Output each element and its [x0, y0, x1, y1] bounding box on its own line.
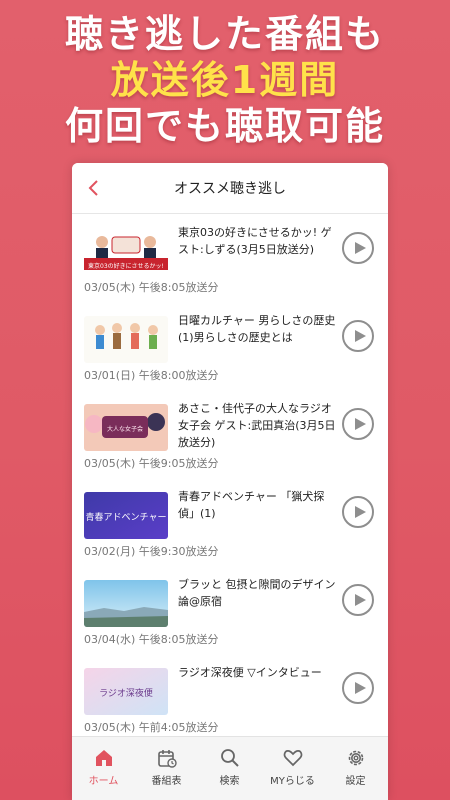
play-icon: [355, 330, 366, 342]
tab-label: MYらじる: [270, 776, 315, 787]
promo-highlight: 放送後1週間: [110, 58, 340, 102]
app-screen: オススメ聴き逃し 東京03の好きにさせるかッ! 東京03の好きにさせるかッ! ゲ…: [72, 163, 388, 800]
play-button[interactable]: [342, 320, 374, 352]
thumbnail-caption: 青春アドベンチャー: [86, 511, 167, 523]
program-title: 東京03の好きにさせるかッ! ゲスト:しずる(3月5日放送分): [178, 226, 332, 256]
heart-icon: [283, 750, 303, 767]
program-thumbnail: 東京03の好きにさせるかッ!: [84, 228, 168, 275]
play-icon: [355, 418, 366, 430]
recommended-list: 東京03の好きにさせるかッ! 東京03の好きにさせるかッ! ゲスト:しずる(3月…: [72, 214, 388, 734]
search-icon: [221, 749, 239, 767]
list-item[interactable]: 大人な女子会 あさこ・佳代子の大人なラジオ女子会 ゲスト:武田真治(3月5日放送…: [72, 390, 388, 479]
tab-settings[interactable]: 設定: [324, 737, 387, 800]
broadcast-date: 03/01(日) 午後8:00放送分: [84, 369, 219, 382]
list-item[interactable]: 東京03の好きにさせるかッ! 東京03の好きにさせるかッ! ゲスト:しずる(3月…: [72, 214, 388, 303]
play-button[interactable]: [342, 496, 374, 528]
tab-search[interactable]: 検索: [198, 737, 261, 800]
program-title: ブラッと 包摂と隙間のデザイン論@原宿: [178, 578, 336, 608]
program-title: ラジオ深夜便 ▽インタビュー: [178, 666, 322, 679]
broadcast-date: 03/05(木) 午前4:05放送分: [84, 721, 219, 734]
thumbnail-caption: 大人な女子会: [107, 425, 143, 433]
program-title: あさこ・佳代子の大人なラジオ女子会 ゲスト:武田真治(3月5日放送分): [178, 402, 336, 449]
program-thumbnail: 大人な女子会: [84, 404, 168, 451]
tab-home[interactable]: ホーム: [72, 737, 135, 800]
list-item[interactable]: ラジオ深夜便 ラジオ深夜便 ▽インタビュー 03/05(木) 午前4:05放送分: [72, 654, 388, 734]
play-button[interactable]: [342, 408, 374, 440]
program-thumbnail: ラジオ深夜便: [84, 668, 168, 715]
header-bar: オススメ聴き逃し: [72, 163, 388, 214]
broadcast-date: 03/04(水) 午後8:05放送分: [84, 633, 219, 646]
play-icon: [355, 682, 366, 694]
tab-schedule[interactable]: 番組表: [135, 737, 198, 800]
gear-icon: [348, 750, 364, 766]
play-button[interactable]: [342, 584, 374, 616]
program-thumbnail: [84, 580, 168, 627]
tab-label: ホーム: [88, 776, 119, 787]
broadcast-date: 03/05(木) 午後9:05放送分: [84, 457, 219, 470]
thumbnail-caption: ラジオ深夜便: [99, 687, 153, 699]
tab-label: 番組表: [151, 776, 182, 787]
tab-label: 設定: [345, 776, 366, 787]
broadcast-date: 03/02(月) 午後9:30放送分: [84, 545, 219, 558]
tab-label: 検索: [219, 776, 240, 787]
list-item[interactable]: ブラッと 包摂と隙間のデザイン論@原宿 03/04(水) 午後8:05放送分: [72, 566, 388, 655]
list-item[interactable]: 青春アドベンチャー 青春アドベンチャー 「猟犬探偵」(1) 03/02(月) 午…: [72, 478, 388, 567]
promo-headline: 聴き逃した番組も: [64, 12, 385, 56]
play-button[interactable]: [342, 672, 374, 704]
bottom-tab-bar: ホーム 番組表 検索 MYらじる 設定: [72, 736, 388, 800]
promo-subline: 何回でも聴取可能: [64, 104, 385, 148]
program-thumbnail: 青春アドベンチャー: [84, 492, 168, 539]
program-title: 日曜カルチャー 男らしさの歴史 (1)男らしさの歴史とは: [178, 314, 336, 344]
play-icon: [355, 594, 366, 606]
thumbnail-caption: 東京03の好きにさせるかッ!: [88, 262, 164, 270]
tab-my-radiru[interactable]: MYらじる: [261, 737, 324, 800]
list-item[interactable]: 日曜カルチャー 男らしさの歴史 (1)男らしさの歴史とは 03/01(日) 午後…: [72, 302, 388, 391]
play-button[interactable]: [342, 232, 374, 264]
calendar-icon: [158, 750, 177, 768]
play-icon: [355, 242, 366, 254]
home-icon: [96, 750, 112, 766]
program-thumbnail: [84, 316, 168, 363]
broadcast-date: 03/05(木) 午後8:05放送分: [84, 281, 219, 294]
program-title: 青春アドベンチャー 「猟犬探偵」(1): [178, 490, 325, 520]
play-icon: [355, 506, 366, 518]
page-title: オススメ聴き逃し: [174, 181, 286, 197]
